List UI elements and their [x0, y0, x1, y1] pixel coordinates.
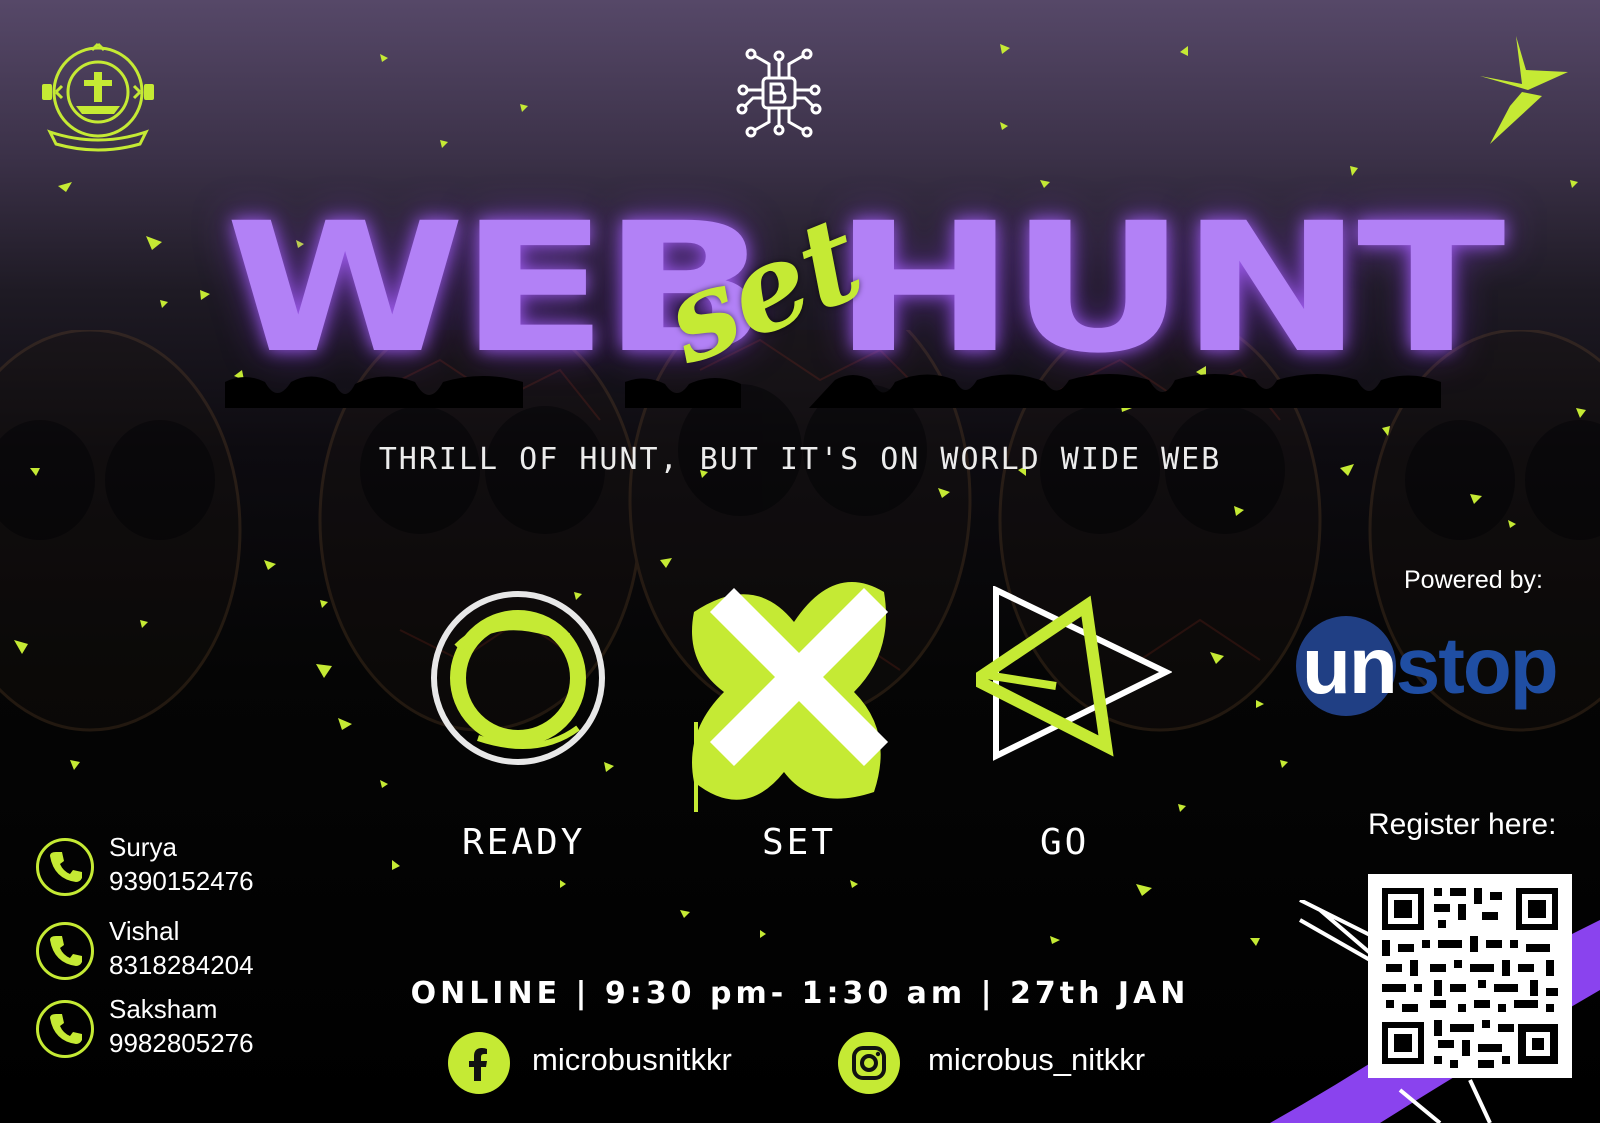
- cross-icon: [692, 582, 889, 812]
- instagram-handle: microbus_nitkkr: [928, 1042, 1146, 1077]
- facebook-link[interactable]: microbusnitkkr: [448, 1032, 768, 1096]
- contact-phone-number: 9982805276: [109, 1028, 254, 1058]
- phone-icon: [36, 838, 94, 896]
- play-triangle-icon: [976, 586, 1172, 761]
- step-label-go: GO: [1040, 822, 1090, 863]
- contact-phone-number: 9390152476: [109, 866, 254, 896]
- unstop-logo[interactable]: unstop: [1296, 616, 1568, 716]
- title-drip-effect: [225, 374, 1441, 408]
- event-poster: WEB HUNT set THRILL OF HUNT, BUT IT'S ON…: [0, 0, 1600, 1123]
- lime-star-logo-icon: [1480, 36, 1568, 144]
- register-label: Register here:: [1368, 808, 1557, 841]
- event-tagline: THRILL OF HUNT, BUT IT'S ON WORLD WIDE W…: [378, 442, 1222, 477]
- contact-item[interactable]: Surya 9390152476: [36, 832, 296, 906]
- unstop-wordmark-part2: stop: [1395, 621, 1559, 710]
- step-label-set: SET: [762, 822, 837, 863]
- unstop-wordmark-part1: un: [1302, 621, 1398, 710]
- circle-icon: [431, 591, 605, 765]
- facebook-handle: microbusnitkkr: [532, 1042, 732, 1077]
- step-label-ready: READY: [462, 822, 586, 863]
- contact-name: Vishal: [109, 916, 180, 946]
- unstop-wordmark: unstop: [1302, 618, 1559, 714]
- powered-by-label: Powered by:: [1404, 566, 1543, 594]
- contact-name: Surya: [109, 832, 177, 862]
- phone-icon: [36, 922, 94, 980]
- instagram-icon: [838, 1032, 900, 1094]
- nit-kurukshetra-emblem-icon: [42, 42, 154, 152]
- instagram-link[interactable]: microbus_nitkkr: [838, 1032, 1178, 1096]
- microbus-circuit-logo-icon: [736, 48, 822, 138]
- event-schedule: ONLINE | 9:30 pm- 1:30 am | 27th JAN: [410, 976, 1190, 1011]
- facebook-icon: [448, 1032, 510, 1094]
